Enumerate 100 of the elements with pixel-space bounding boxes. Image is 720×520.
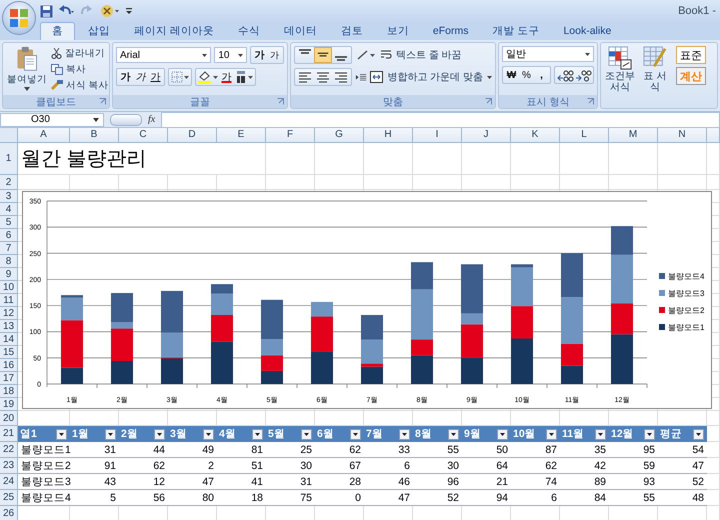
comma-button[interactable]: , — [534, 67, 549, 83]
row-header[interactable]: 2 — [0, 175, 18, 190]
sheet-cell[interactable] — [658, 143, 707, 175]
filter-dropdown-button[interactable] — [154, 428, 165, 440]
row-header[interactable]: 12 — [0, 307, 18, 320]
row-header[interactable]: 6 — [0, 229, 18, 242]
sheet-cell[interactable] — [266, 143, 315, 175]
sheet-cell[interactable] — [707, 411, 720, 426]
sheet-cell[interactable] — [658, 175, 707, 190]
wrap-text-button[interactable]: 텍스트 줄 바꿈 — [380, 48, 462, 62]
sheet-cell[interactable] — [364, 175, 413, 190]
row-header[interactable]: 7 — [0, 242, 18, 255]
conditional-formatting-button[interactable]: 조건부 서식 — [604, 46, 636, 108]
row-header[interactable]: 8 — [0, 255, 18, 268]
sheet-cell[interactable] — [315, 143, 364, 175]
row-header[interactable]: 21 — [0, 426, 18, 442]
ribbon-tab[interactable]: 데이터 — [272, 23, 328, 40]
row-header[interactable]: 1 — [0, 143, 18, 175]
dialog-launcher-icon[interactable] — [277, 98, 284, 105]
ribbon-tab[interactable]: 페이지 레이아웃 — [123, 23, 225, 40]
row-header[interactable]: 4 — [0, 203, 18, 216]
font-size-dropdown[interactable]: 10 — [214, 47, 247, 63]
grow-font-button[interactable]: 가 — [252, 47, 267, 63]
middle-align-icon[interactable] — [314, 47, 332, 63]
sheet-cell[interactable] — [266, 175, 315, 190]
sheet-cell[interactable] — [560, 175, 609, 190]
select-all-corner[interactable] — [0, 128, 18, 143]
formula-bar-handle[interactable] — [110, 114, 142, 126]
column-header[interactable]: E — [217, 128, 266, 143]
row-header[interactable]: 15 — [0, 346, 18, 359]
row-header[interactable]: 22 — [0, 442, 18, 458]
ribbon-tab[interactable]: 홈 — [40, 22, 75, 40]
bold-button[interactable]: 가 — [118, 69, 133, 85]
row-header[interactable]: 14 — [0, 333, 18, 346]
column-header[interactable]: N — [658, 128, 707, 143]
sheet-cell[interactable] — [707, 426, 720, 442]
sheet-cell[interactable] — [707, 143, 720, 175]
filter-dropdown-button[interactable] — [350, 428, 361, 440]
column-header[interactable]: B — [70, 128, 119, 143]
row-header[interactable]: 5 — [0, 216, 18, 229]
column-header[interactable]: I — [413, 128, 462, 143]
ribbon-tab[interactable]: 개발 도구 — [482, 23, 550, 40]
filter-dropdown-button[interactable] — [105, 428, 116, 440]
row-header[interactable]: 11 — [0, 294, 18, 307]
row-header[interactable]: 24 — [0, 474, 18, 490]
italic-button[interactable]: 가 — [133, 69, 148, 85]
ribbon-tab[interactable]: 수식 — [226, 23, 271, 40]
column-header[interactable]: A — [18, 128, 70, 143]
row-header[interactable]: 23 — [0, 458, 18, 474]
insert-function-button[interactable]: fx — [148, 114, 156, 125]
row-header[interactable]: 26 — [0, 506, 18, 520]
currency-button[interactable]: ₩ — [504, 67, 519, 83]
sheet-cell[interactable] — [70, 175, 119, 190]
dialog-launcher-icon[interactable] — [485, 98, 492, 105]
ribbon-tab[interactable]: Look-alike — [552, 23, 622, 40]
sheet-cell[interactable] — [168, 175, 217, 190]
column-header[interactable]: F — [266, 128, 315, 143]
filter-dropdown-button[interactable] — [399, 428, 410, 440]
sheet-cell[interactable] — [413, 143, 462, 175]
filter-dropdown-button[interactable] — [546, 428, 557, 440]
filter-dropdown-button[interactable] — [595, 428, 606, 440]
filter-dropdown-button[interactable] — [301, 428, 312, 440]
ribbon-tab[interactable]: eForms — [422, 23, 480, 40]
merge-center-button[interactable]: 병합하고 가운데 맞춤 — [370, 70, 492, 84]
border-icon[interactable] — [170, 69, 190, 85]
filter-dropdown-button[interactable] — [693, 428, 704, 440]
row-header[interactable]: 25 — [0, 490, 18, 506]
sheet-cell[interactable] — [560, 143, 609, 175]
filter-dropdown-button[interactable] — [56, 428, 67, 440]
column-header[interactable]: G — [315, 128, 364, 143]
sheet-cell[interactable] — [707, 458, 720, 474]
sheet-cell[interactable] — [707, 175, 720, 190]
sheet-cell[interactable] — [18, 175, 70, 190]
row-header[interactable]: 16 — [0, 359, 18, 372]
shrink-font-button[interactable]: 가 — [267, 47, 282, 63]
row-header[interactable]: 3 — [0, 190, 18, 203]
sheet-cell[interactable] — [364, 143, 413, 175]
column-header[interactable]: H — [364, 128, 413, 143]
customize-caret-icon[interactable] — [125, 6, 133, 16]
copy-button[interactable]: 복사 — [51, 62, 109, 77]
name-box[interactable]: O30 — [0, 112, 104, 126]
sheet-cell[interactable] — [462, 175, 511, 190]
sheet-cell[interactable] — [217, 175, 266, 190]
row-header[interactable]: 10 — [0, 281, 18, 294]
cell-style-option[interactable]: 표준 — [676, 46, 706, 64]
sheet-cell[interactable] — [511, 175, 560, 190]
office-button[interactable] — [2, 1, 36, 35]
filter-dropdown-button[interactable] — [252, 428, 263, 440]
sheet-cell[interactable] — [707, 442, 720, 458]
sheet-cell[interactable] — [315, 175, 364, 190]
phonetic-guide-icon[interactable] — [234, 69, 254, 85]
cut-button[interactable]: 잘라내기 — [51, 46, 109, 61]
dialog-launcher-icon[interactable] — [587, 98, 594, 105]
column-header[interactable]: M — [609, 128, 658, 143]
format-painter-button[interactable]: 서식 복사 — [51, 78, 109, 93]
column-header[interactable]: J — [462, 128, 511, 143]
row-header[interactable]: 18 — [0, 385, 18, 398]
filter-dropdown-button[interactable] — [644, 428, 655, 440]
sheet-cell[interactable]: 월간 불량관리 — [18, 143, 266, 175]
ribbon-tab[interactable]: 삽입 — [77, 23, 121, 40]
